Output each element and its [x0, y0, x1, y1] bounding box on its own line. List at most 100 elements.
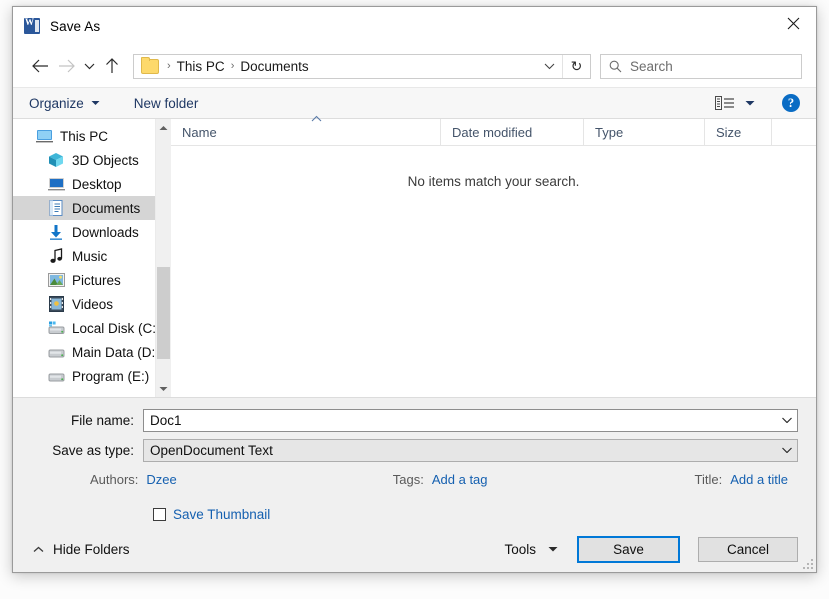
metadata-row: Authors: Dzee Tags: Add a tag Title: Add…: [13, 468, 816, 490]
breadcrumb-this-pc[interactable]: This PC: [177, 59, 225, 74]
up-button[interactable]: [99, 53, 125, 79]
tools-label: Tools: [504, 541, 536, 557]
new-folder-button[interactable]: New folder: [134, 96, 199, 111]
command-bar: Organize New folder ?: [13, 87, 816, 119]
scroll-down-button[interactable]: [156, 380, 171, 397]
file-list-pane: Name Date modified Type Size No items ma…: [171, 115, 816, 397]
close-icon: [787, 17, 799, 30]
save-thumbnail-label[interactable]: Save Thumbnail: [173, 507, 270, 522]
column-header-filler: [772, 119, 816, 145]
column-header-size[interactable]: Size: [705, 119, 772, 145]
sidebar-item-music[interactable]: Music: [13, 244, 171, 268]
hide-folders-label: Hide Folders: [53, 541, 130, 557]
refresh-icon: ↻: [570, 58, 583, 74]
title-label: Title:: [694, 471, 723, 487]
address-dropdown-button[interactable]: [536, 62, 562, 70]
filename-value: Doc1: [150, 412, 182, 428]
sidebar-item-documents[interactable]: Documents: [13, 196, 171, 220]
column-label: Type: [595, 124, 624, 140]
savetype-dropdown-button[interactable]: [777, 447, 797, 453]
authors-value[interactable]: Dzee: [146, 472, 176, 487]
3d-objects-icon: [47, 152, 65, 168]
empty-state-message: No items match your search.: [407, 174, 580, 189]
navigation-bar: › This PC › Documents ↻ Search: [13, 45, 816, 87]
add-tag-link[interactable]: Add a tag: [432, 472, 488, 487]
view-dropdown-button[interactable]: [745, 100, 755, 106]
navigation-pane: This PC 3D Objects Desktop Documents Downloa…: [13, 119, 171, 397]
sidebar-item-local-disk-c[interactable]: Local Disk (C:): [13, 316, 171, 340]
column-headers: Name Date modified Type Size: [171, 115, 816, 146]
filename-dropdown-button[interactable]: [777, 417, 797, 423]
sidebar-item-downloads[interactable]: Downloads: [13, 220, 171, 244]
hide-folders-button[interactable]: Hide Folders: [33, 542, 130, 557]
pictures-icon: [47, 272, 65, 288]
sidebar-item-label: Desktop: [72, 176, 122, 192]
chevron-down-icon: [782, 417, 792, 423]
desktop-icon: [47, 176, 65, 192]
back-button[interactable]: [27, 53, 53, 79]
folder-icon: [141, 56, 159, 74]
chevron-down-icon: [159, 386, 168, 391]
column-header-type[interactable]: Type: [584, 119, 705, 145]
videos-icon: [47, 296, 65, 312]
forward-button[interactable]: [53, 53, 79, 79]
sidebar-item-label: Pictures: [72, 272, 121, 288]
sidebar-item-label: 3D Objects: [72, 152, 139, 168]
view-options-button[interactable]: [715, 96, 735, 110]
address-bar[interactable]: › This PC › Documents ↻: [133, 53, 591, 79]
cancel-label: Cancel: [726, 541, 770, 557]
sidebar-item-desktop[interactable]: Desktop: [13, 172, 171, 196]
music-icon: [47, 248, 65, 264]
drive-icon: [47, 368, 65, 384]
sidebar-item-label: This PC: [60, 128, 109, 144]
organize-label: Organize: [29, 95, 84, 111]
save-as-dialog: Save As: [12, 6, 817, 573]
scrollbar-thumb[interactable]: [157, 267, 170, 359]
cancel-button[interactable]: Cancel: [698, 536, 798, 562]
breadcrumb-documents[interactable]: Documents: [240, 59, 308, 74]
computer-icon: [35, 128, 53, 144]
savetype-value: OpenDocument Text: [150, 442, 273, 458]
tools-button[interactable]: Tools: [504, 542, 558, 557]
column-header-name[interactable]: Name: [171, 115, 441, 145]
chevron-up-icon: [33, 546, 44, 553]
sidebar-item-label: Videos: [72, 296, 114, 312]
sidebar-item-3d-objects[interactable]: 3D Objects: [13, 148, 171, 172]
title-group: Title: Add a title: [695, 472, 789, 487]
downloads-icon: [47, 224, 65, 240]
column-label: Name: [182, 124, 217, 140]
save-thumbnail-row: Save Thumbnail: [13, 502, 816, 526]
savetype-select[interactable]: OpenDocument Text: [143, 438, 798, 462]
sidebar-item-pictures[interactable]: Pictures: [13, 268, 171, 292]
filename-input[interactable]: Doc1: [143, 408, 798, 432]
breadcrumb-separator: ›: [230, 60, 235, 72]
recent-locations-button[interactable]: [79, 53, 99, 79]
sidebar-item-program-e[interactable]: Program (E:): [13, 364, 171, 388]
chevron-down-icon: [91, 100, 100, 106]
sidebar-scrollbar[interactable]: [155, 119, 171, 397]
resize-grip[interactable]: [801, 557, 813, 569]
save-thumbnail-checkbox[interactable]: [153, 507, 166, 521]
breadcrumb-separator: ›: [167, 60, 171, 72]
search-box[interactable]: Search: [600, 53, 802, 79]
scroll-up-button[interactable]: [156, 119, 171, 136]
refresh-button[interactable]: ↻: [563, 59, 590, 73]
sidebar-item-this-pc[interactable]: This PC: [13, 124, 171, 148]
save-button[interactable]: Save: [577, 535, 680, 563]
title-bar: Save As: [13, 7, 816, 45]
sort-ascending-icon: [311, 113, 322, 125]
savetype-row: Save as type: OpenDocument Text: [13, 438, 816, 462]
sidebar-item-label: Documents: [72, 200, 141, 216]
tags-group: Tags: Add a tag: [393, 472, 488, 487]
add-title-link[interactable]: Add a title: [730, 472, 788, 487]
savetype-label: Save as type:: [52, 442, 134, 458]
sidebar-item-label: Program (E:): [72, 368, 150, 384]
sidebar-item-videos[interactable]: Videos: [13, 292, 171, 316]
column-header-date-modified[interactable]: Date modified: [441, 119, 584, 145]
close-button[interactable]: [770, 7, 816, 40]
help-button[interactable]: ?: [782, 94, 800, 112]
organize-button[interactable]: Organize: [29, 96, 100, 111]
sidebar-item-label: Main Data (D:): [72, 344, 160, 360]
dialog-body: This PC 3D Objects Desktop Documents Downloa…: [13, 115, 816, 397]
sidebar-item-main-data-d[interactable]: Main Data (D:): [13, 340, 171, 364]
